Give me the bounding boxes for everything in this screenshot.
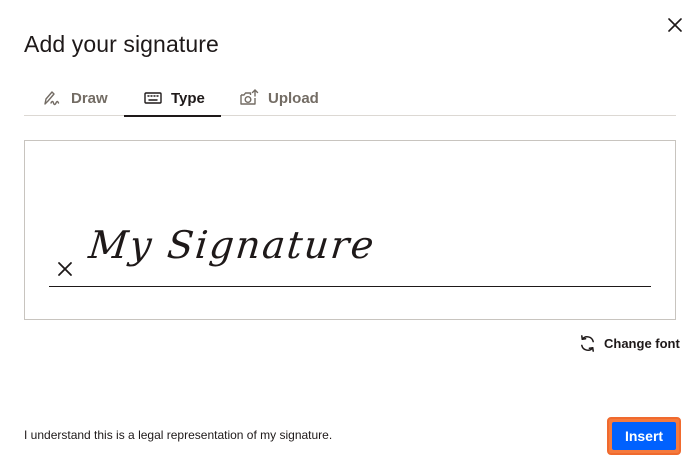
signature-canvas[interactable]: My Signature <box>24 140 676 320</box>
signature-line <box>49 286 651 287</box>
signature-tabs: Draw Type Upload <box>24 80 676 117</box>
dialog-title: Add your signature <box>24 31 219 57</box>
insert-button-highlight: Insert <box>607 417 681 455</box>
active-tab-indicator <box>124 115 221 117</box>
typed-signature[interactable]: My Signature <box>87 223 378 267</box>
change-font-button[interactable]: Change font <box>578 334 680 353</box>
tab-upload[interactable]: Upload <box>239 80 319 116</box>
insert-button[interactable]: Insert <box>612 422 676 450</box>
close-icon <box>668 18 682 32</box>
change-font-label: Change font <box>604 336 680 351</box>
pen-draw-icon <box>44 91 60 106</box>
camera-upload-icon <box>240 89 259 105</box>
keyboard-icon <box>144 92 162 104</box>
tab-upload-label: Upload <box>268 89 319 107</box>
refresh-icon <box>581 335 594 352</box>
legal-disclaimer: I understand this is a legal representat… <box>24 428 333 442</box>
tab-type-label: Type <box>171 89 205 107</box>
tab-type[interactable]: Type <box>124 80 221 117</box>
close-button[interactable] <box>662 12 688 38</box>
tab-draw-label: Draw <box>71 89 108 107</box>
clear-x-icon <box>58 262 72 276</box>
tab-draw[interactable]: Draw <box>42 80 108 116</box>
